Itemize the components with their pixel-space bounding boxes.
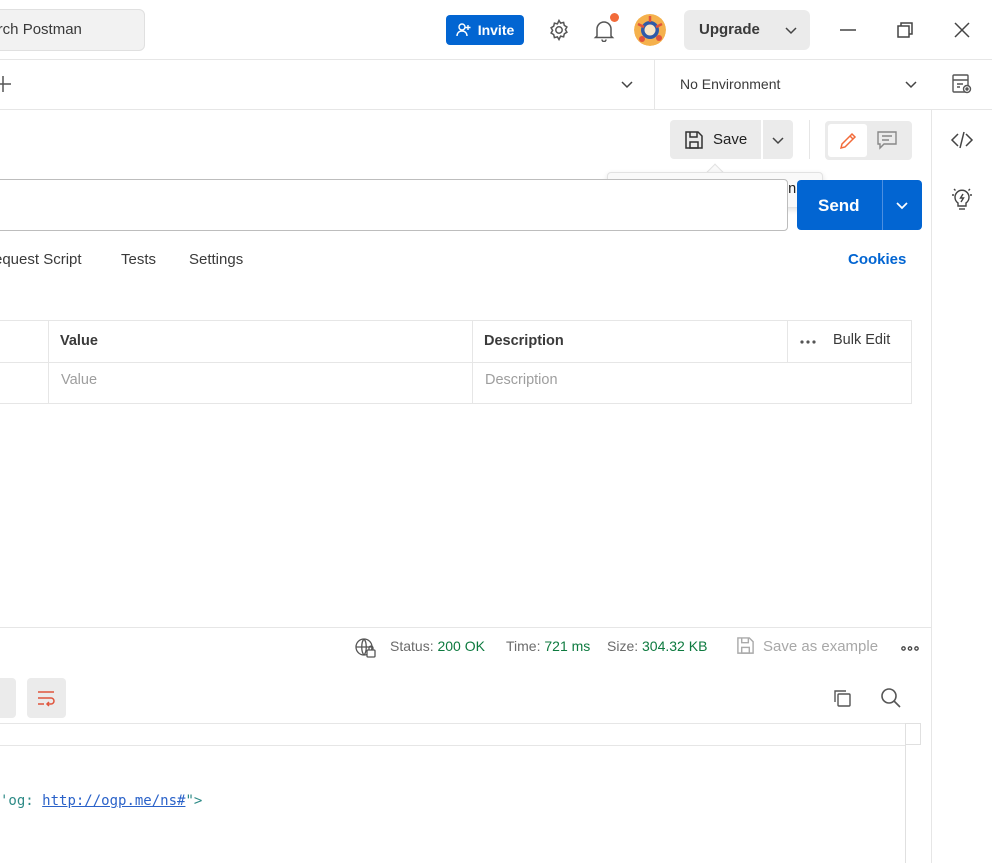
comment-icon[interactable] xyxy=(876,130,898,150)
send-label: Send xyxy=(818,196,860,215)
environment-quicklook-icon[interactable] xyxy=(951,73,973,95)
send-button[interactable]: Send xyxy=(797,180,882,230)
response-status: Status: 200 OK xyxy=(390,638,485,654)
save-label: Save xyxy=(713,131,748,148)
tab-pre-request-script[interactable]: equest Script xyxy=(0,251,82,268)
time-value: 721 ms xyxy=(544,638,591,654)
time-label: Time: xyxy=(506,638,541,654)
chevron-down-icon xyxy=(784,23,798,37)
notification-badge xyxy=(610,13,619,22)
table-column-divider xyxy=(787,320,788,362)
restore-icon[interactable] xyxy=(895,20,915,40)
size-label: Size: xyxy=(607,638,639,654)
search-placeholder: earch Postman xyxy=(0,21,82,38)
send-dropdown-button[interactable] xyxy=(883,180,922,230)
chevron-down-icon xyxy=(895,198,909,212)
tab-settings[interactable]: Settings xyxy=(189,251,243,268)
globe-icon[interactable] xyxy=(354,637,376,659)
close-icon[interactable] xyxy=(952,20,972,40)
save-icon xyxy=(736,636,755,655)
table-column-divider xyxy=(48,320,49,404)
invite-label: Invite xyxy=(477,22,515,38)
table-row-divider xyxy=(0,362,912,363)
column-header-description: Description xyxy=(484,333,564,349)
search-input[interactable]: earch Postman xyxy=(0,9,145,51)
chevron-down-icon[interactable] xyxy=(903,76,919,92)
save-as-example-button[interactable]: Save as example xyxy=(736,636,878,655)
tab-bar xyxy=(0,60,992,110)
scrollbar-corner xyxy=(905,723,921,745)
bulk-edit-button[interactable]: Bulk Edit xyxy=(833,332,890,348)
lightbulb-icon[interactable] xyxy=(951,186,973,212)
code-link[interactable]: http://ogp.me/ns# xyxy=(42,793,185,809)
code-icon[interactable] xyxy=(950,128,974,152)
gear-icon[interactable] xyxy=(547,18,571,42)
upgrade-label: Upgrade xyxy=(699,21,760,38)
tab-tests[interactable]: Tests xyxy=(121,251,156,268)
search-icon[interactable] xyxy=(880,687,902,709)
status-value: 200 OK xyxy=(437,638,485,654)
minimize-icon[interactable] xyxy=(838,20,858,40)
cookies-link[interactable]: Cookies xyxy=(848,251,906,268)
save-icon xyxy=(684,130,704,150)
pencil-icon xyxy=(839,132,857,150)
response-time: Time: 721 ms xyxy=(506,638,590,654)
add-user-icon xyxy=(456,22,472,38)
code-editor-border xyxy=(0,745,905,746)
response-body-line: 'og: http://ogp.me/ns#"> xyxy=(0,793,202,809)
save-button[interactable]: Save xyxy=(670,120,761,159)
wrap-icon xyxy=(38,691,55,707)
copy-icon[interactable] xyxy=(832,688,852,708)
format-select[interactable] xyxy=(0,678,16,718)
wrap-lines-button[interactable] xyxy=(27,678,66,718)
divider xyxy=(654,60,655,110)
param-description-input[interactable]: Description xyxy=(485,372,558,388)
url-input[interactable] xyxy=(0,179,788,231)
size-value: 304.32 KB xyxy=(642,638,708,654)
invite-button[interactable]: Invite xyxy=(446,15,524,45)
table-column-divider xyxy=(472,320,473,404)
save-as-example-label: Save as example xyxy=(763,638,879,655)
plus-icon[interactable] xyxy=(0,75,12,93)
response-size: Size: 304.32 KB xyxy=(607,638,707,654)
chevron-down-icon xyxy=(771,133,785,147)
chevron-down-icon[interactable] xyxy=(619,76,635,92)
avatar[interactable] xyxy=(634,14,666,46)
code-tail: "> xyxy=(185,793,203,809)
edit-mode-button[interactable] xyxy=(828,124,867,157)
response-divider xyxy=(0,627,931,628)
save-dropdown-button[interactable] xyxy=(763,120,793,159)
upgrade-button[interactable]: Upgrade xyxy=(684,10,810,50)
environment-select[interactable]: No Environment xyxy=(680,76,780,92)
code-editor-border xyxy=(0,723,921,724)
more-icon[interactable] xyxy=(800,340,816,344)
right-sidebar-border xyxy=(931,110,932,863)
more-icon[interactable] xyxy=(901,646,919,651)
status-label: Status: xyxy=(390,638,434,654)
param-value-input[interactable]: Value xyxy=(61,372,97,388)
code-attr: 'og: xyxy=(0,793,43,809)
scrollbar[interactable] xyxy=(905,745,906,863)
divider xyxy=(809,120,810,159)
column-header-value: Value xyxy=(60,333,98,349)
